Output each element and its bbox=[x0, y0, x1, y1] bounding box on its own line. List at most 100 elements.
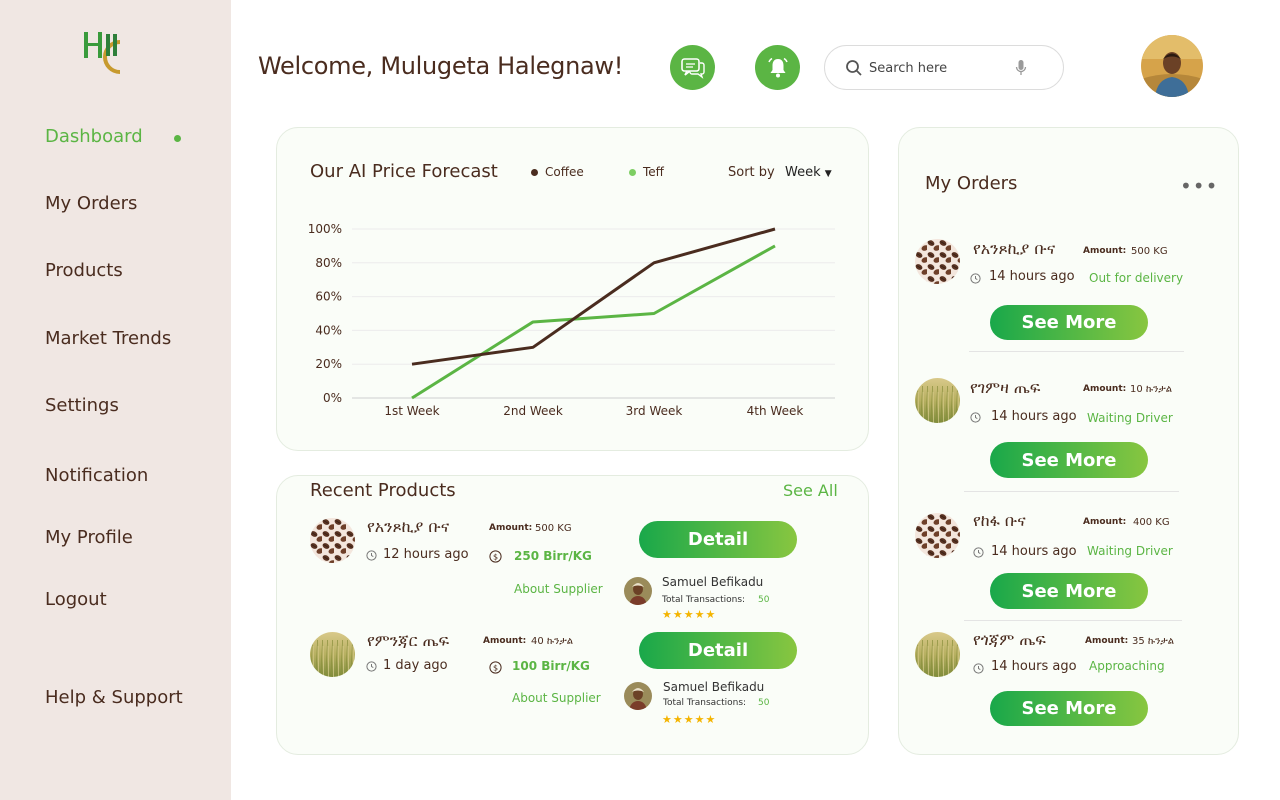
supplier-avatar[interactable] bbox=[624, 682, 652, 710]
order-divider bbox=[969, 351, 1184, 352]
order-status: Waiting Driver bbox=[1087, 544, 1173, 558]
amount-value: 400 KG bbox=[1133, 517, 1170, 528]
product-time: 1 day ago bbox=[383, 658, 448, 673]
search-icon bbox=[846, 60, 862, 76]
amount-label: Amount: bbox=[1085, 636, 1129, 646]
sidebar: Dashboard My Orders Products Market Tren… bbox=[0, 0, 231, 800]
amount-value: 500 KG bbox=[535, 523, 572, 534]
amount-label: Amount: bbox=[1083, 384, 1127, 394]
order-image-coffee bbox=[915, 239, 960, 284]
order-image-teff bbox=[915, 378, 960, 423]
y-tick-label: 100% bbox=[308, 222, 342, 236]
order-status: Out for delivery bbox=[1089, 271, 1184, 285]
order-time: 14 hours ago bbox=[989, 269, 1075, 284]
amount-label: Amount: bbox=[483, 636, 527, 646]
search-bar[interactable] bbox=[824, 45, 1064, 90]
detail-button[interactable]: Detail bbox=[639, 521, 797, 558]
messages-button[interactable] bbox=[670, 45, 715, 90]
transactions-value: 50 bbox=[758, 698, 770, 708]
dollar-icon: $ bbox=[489, 661, 502, 674]
order-status: Approaching bbox=[1089, 659, 1165, 673]
product-name[interactable]: የምንጃር ጤፍ bbox=[367, 631, 449, 651]
forecast-card: Our AI Price Forecast Coffee Teff Sort b… bbox=[276, 127, 869, 451]
product-price: 250 Birr/KG bbox=[514, 549, 592, 563]
order-name[interactable]: የከፋ ቡና bbox=[973, 511, 1026, 531]
see-more-button[interactable]: See More bbox=[990, 691, 1148, 726]
order-status: Waiting Driver bbox=[1087, 411, 1173, 425]
order-time: 14 hours ago bbox=[991, 409, 1077, 424]
sidebar-item-dashboard[interactable]: Dashboard bbox=[45, 126, 143, 147]
detail-button[interactable]: Detail bbox=[639, 632, 797, 669]
bell-icon bbox=[767, 57, 788, 77]
product-time: 12 hours ago bbox=[383, 547, 469, 562]
user-avatar[interactable] bbox=[1141, 35, 1203, 97]
sidebar-item-notification[interactable]: Notification bbox=[45, 465, 148, 486]
welcome-heading: Welcome, Mulugeta Halegnaw! bbox=[258, 52, 624, 80]
y-tick-label: 20% bbox=[315, 357, 342, 371]
sidebar-item-help-support[interactable]: Help & Support bbox=[45, 687, 183, 708]
amount-label: Amount: bbox=[1083, 517, 1127, 527]
order-divider bbox=[964, 620, 1182, 621]
rating-stars: ★★★★★ bbox=[662, 713, 717, 726]
about-supplier-link[interactable]: About Supplier bbox=[514, 582, 603, 596]
x-tick-label: 2nd Week bbox=[503, 404, 563, 418]
clock-icon bbox=[973, 663, 984, 674]
svg-text:$: $ bbox=[493, 664, 498, 673]
my-orders-card: My Orders ••• የአንጾኪያ ቡና Amount: 500 KG 1… bbox=[898, 127, 1239, 755]
order-time: 14 hours ago bbox=[991, 659, 1077, 674]
order-name[interactable]: የአንጾኪያ ቡና bbox=[973, 239, 1055, 259]
search-input[interactable] bbox=[869, 57, 999, 79]
sidebar-item-products[interactable]: Products bbox=[45, 260, 123, 281]
order-name[interactable]: የገምዛ ጤፍ bbox=[970, 378, 1040, 398]
about-supplier-link[interactable]: About Supplier bbox=[512, 691, 601, 705]
transactions-value: 50 bbox=[758, 595, 770, 605]
clock-icon bbox=[973, 547, 984, 558]
dollar-icon: $ bbox=[489, 550, 502, 563]
more-options-icon[interactable]: ••• bbox=[1180, 174, 1218, 198]
transactions-label: Total Transactions: bbox=[663, 698, 747, 708]
recent-products-card: Recent Products See All የአንጾኪያ ቡና 12 hou… bbox=[276, 475, 869, 755]
amount-value: 35 ኩንታል bbox=[1132, 636, 1175, 647]
see-more-button[interactable]: See More bbox=[990, 573, 1148, 609]
clock-icon bbox=[366, 550, 377, 561]
y-tick-label: 80% bbox=[315, 256, 342, 270]
forecast-chart: 0% 20% 40% 60% 80% 100% 1st Week 2nd Week 3rd We… bbox=[308, 222, 835, 418]
sidebar-item-my-profile[interactable]: My Profile bbox=[45, 527, 133, 548]
amount-value: 500 KG bbox=[1131, 246, 1168, 257]
clock-icon bbox=[970, 412, 981, 423]
rating-stars: ★★★★★ bbox=[662, 608, 717, 621]
amount-value: 40 ኩንታል bbox=[531, 636, 574, 647]
supplier-name[interactable]: Samuel Befikadu bbox=[662, 575, 763, 589]
amount-label: Amount: bbox=[489, 523, 533, 533]
product-image-coffee bbox=[310, 518, 355, 563]
active-indicator-dot bbox=[174, 135, 181, 142]
order-name[interactable]: የጎጃም ጤፍ bbox=[973, 630, 1046, 650]
supplier-name[interactable]: Samuel Befikadu bbox=[663, 680, 764, 694]
y-tick-label: 40% bbox=[315, 323, 342, 337]
recent-products-title: Recent Products bbox=[310, 480, 456, 501]
mic-icon[interactable] bbox=[1015, 59, 1027, 77]
see-all-link[interactable]: See All bbox=[783, 481, 838, 500]
sidebar-item-market-trends[interactable]: Market Trends bbox=[45, 328, 171, 349]
order-time: 14 hours ago bbox=[991, 544, 1077, 559]
sidebar-item-logout[interactable]: Logout bbox=[45, 589, 107, 610]
supplier-avatar[interactable] bbox=[624, 577, 652, 605]
product-name[interactable]: የአንጾኪያ ቡና bbox=[367, 517, 449, 537]
chat-icon bbox=[680, 57, 705, 79]
amount-value: 10 ኩንታል bbox=[1130, 384, 1173, 395]
see-more-button[interactable]: See More bbox=[990, 305, 1148, 340]
product-image-teff bbox=[310, 632, 355, 677]
order-image-teff bbox=[915, 632, 960, 677]
x-tick-label: 4th Week bbox=[747, 404, 804, 418]
notifications-button[interactable] bbox=[755, 45, 800, 90]
my-orders-title: My Orders bbox=[925, 173, 1018, 194]
amount-label: Amount: bbox=[1083, 246, 1127, 256]
y-tick-label: 60% bbox=[315, 290, 342, 304]
transactions-label: Total Transactions: bbox=[662, 595, 746, 605]
sidebar-item-settings[interactable]: Settings bbox=[45, 395, 119, 416]
sidebar-item-my-orders[interactable]: My Orders bbox=[45, 193, 137, 214]
see-more-button[interactable]: See More bbox=[990, 442, 1148, 478]
product-price: 100 Birr/KG bbox=[512, 659, 590, 673]
app-logo[interactable] bbox=[80, 28, 126, 82]
x-tick-label: 3rd Week bbox=[626, 404, 683, 418]
